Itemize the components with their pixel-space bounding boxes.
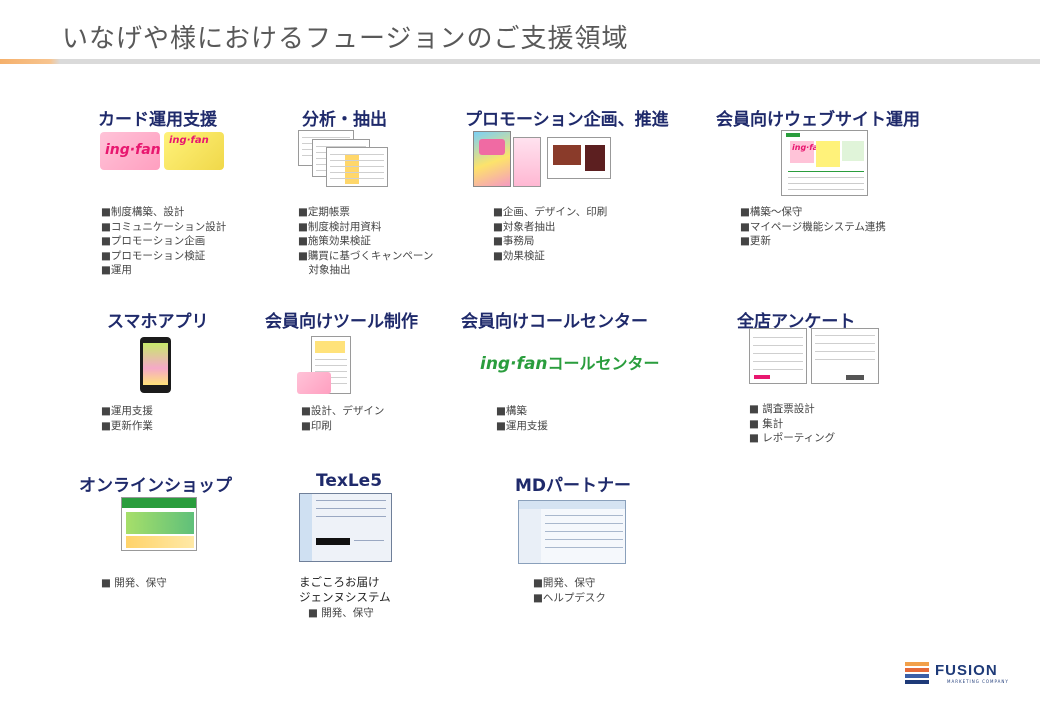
smartphone-thumbnail — [140, 337, 171, 393]
shop-thumbnail — [121, 497, 197, 551]
page-title: いなげや様におけるフュージョンのご支援領域 — [62, 24, 629, 54]
bullets-mdpartner: ■開発、保守 ■ヘルプデスク — [533, 577, 606, 604]
tool-thumbnail — [297, 336, 353, 398]
yellow-card: ing·fan — [164, 132, 224, 170]
heading-tools: 会員向けツール制作 — [265, 312, 418, 332]
fusion-brand: FUSION — [935, 662, 998, 679]
bullets-app: ■運用支援 ■更新作業 — [101, 405, 153, 432]
heading-texle5: TexLe5 — [316, 471, 383, 491]
bullets-texle5: ■ 開発、保守 — [308, 607, 374, 619]
pink-card: ing·fan — [100, 132, 161, 170]
bullets-website: ■構築～保守 ■マイページ機能システム連携 ■更新 — [740, 206, 886, 247]
bullets-survey: ■ 調査票設計 ■ 集計 ■ レポーティング — [749, 403, 836, 444]
survey-thumbnail — [749, 328, 881, 386]
title-rule — [0, 59, 1040, 64]
caption-texle5: まごころお届け ジェンヌシステム — [299, 575, 391, 604]
flyer-thumbnail — [473, 131, 613, 189]
bullets-promotion: ■企画、デザイン、印刷 ■対象者抽出 ■事務局 ■効果検証 — [493, 206, 608, 262]
report-thumbnail — [298, 130, 392, 188]
fusion-logo: FUSION MARKETING COMPANY — [905, 662, 1008, 688]
heading-shop: オンラインショップ — [79, 476, 232, 496]
bullets-analysis: ■定期帳票 ■制度検討用資料 ■施策効果検証 ■購買に基づくキャンペーン 対象抽… — [298, 206, 434, 276]
texle5-thumbnail — [299, 493, 392, 562]
bullets-tools: ■設計、デザイン ■印刷 — [301, 405, 385, 432]
fusion-brand-sub: MARKETING COMPANY — [947, 679, 1009, 684]
heading-card-support: カード運用支援 — [98, 110, 217, 130]
website-thumbnail: ing·fan — [781, 130, 868, 196]
heading-app: スマホアプリ — [107, 312, 209, 332]
heading-mdpartner: MDパートナー — [515, 476, 632, 496]
heading-promotion: プロモーション企画、推進 — [465, 110, 669, 130]
bullets-shop: ■ 開発、保守 — [101, 577, 167, 589]
bullets-callcenter: ■構築 ■運用支援 — [496, 405, 548, 432]
heading-analysis: 分析・抽出 — [302, 110, 387, 130]
heading-callcenter: 会員向けコールセンター — [461, 312, 648, 332]
card-thumbnail: ing·fan ing·fan — [100, 131, 226, 171]
mdpartner-thumbnail — [518, 500, 626, 564]
heading-website: 会員向けウェブサイト運用 — [716, 110, 920, 130]
callcenter-logo: ing·fanコールセンター — [480, 354, 660, 374]
bullets-card-support: ■制度構築、設計 ■コミュニケーション設計 ■プロモーション企画 ■プロモーショ… — [101, 206, 227, 276]
